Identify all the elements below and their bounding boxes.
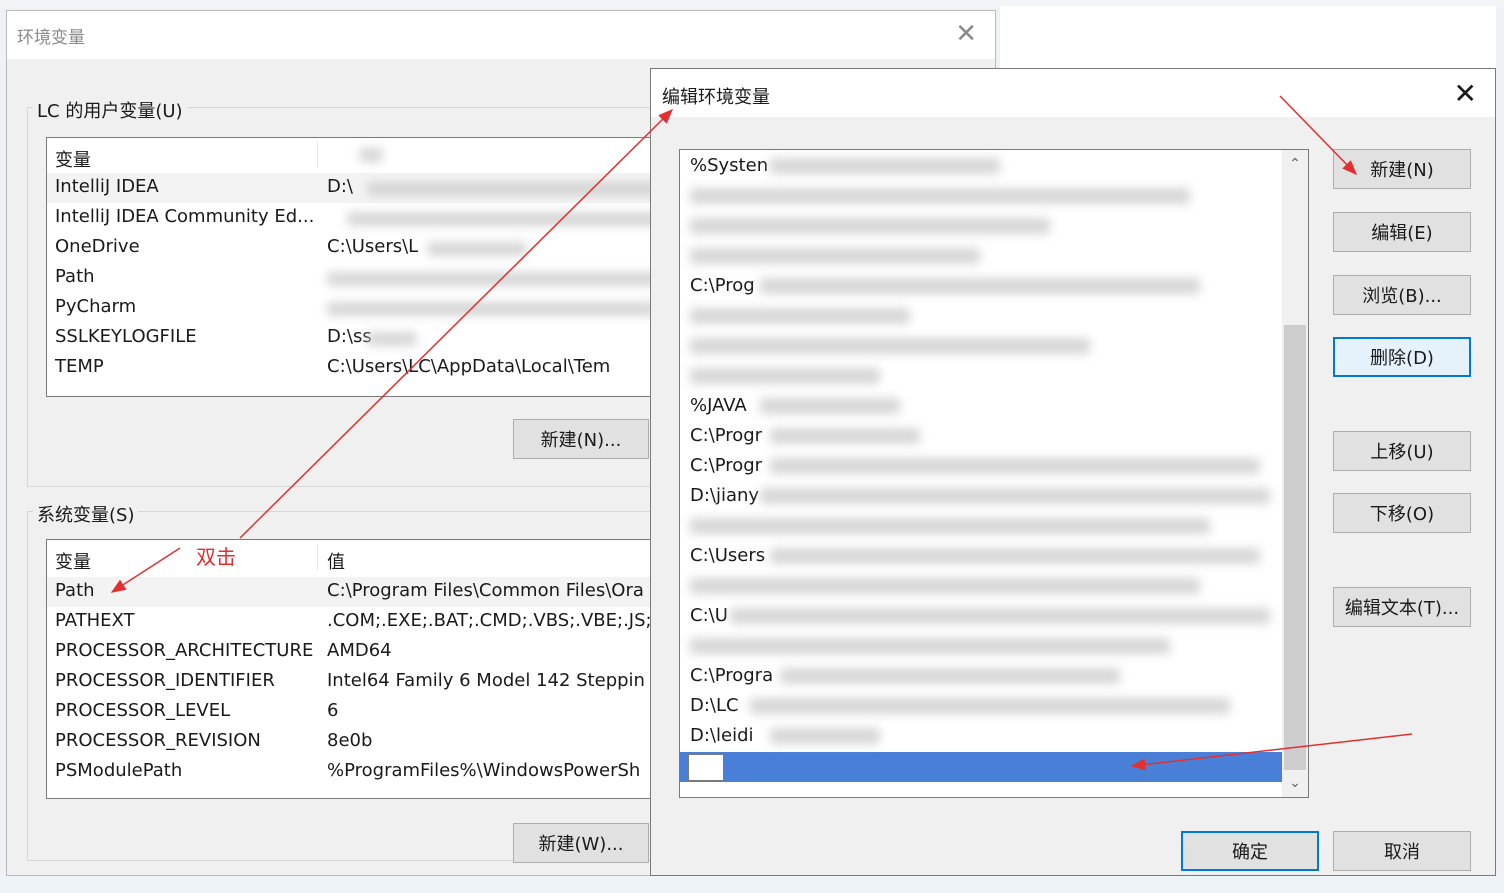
redacted-path [690, 368, 880, 384]
user-header-variable[interactable]: 变量 [55, 146, 91, 172]
redacted-path [770, 548, 1260, 564]
edit-dialog-title: 编辑环境变量 [662, 87, 770, 108]
redacted-value [367, 182, 665, 196]
redacted-value [347, 212, 665, 226]
edit-text-button[interactable]: 编辑文本(T)... [1333, 587, 1471, 627]
redacted-value [427, 242, 527, 256]
new-path-button[interactable]: 新建(N) [1333, 149, 1471, 189]
redacted-path [760, 488, 1270, 504]
system-list-header: 变量 值 [47, 540, 665, 574]
redacted-value [327, 302, 657, 316]
edit-titlebar: 编辑环境变量 ✕ [651, 69, 1495, 117]
user-new-button[interactable]: 新建(N)... [513, 419, 649, 459]
env-titlebar: 环境变量 ✕ [7, 11, 995, 59]
system-header-variable[interactable]: 变量 [55, 548, 91, 574]
system-row-processor-level[interactable]: PROCESSOR_LEVEL 6 [47, 697, 665, 727]
redacted-path [690, 248, 980, 264]
move-up-button[interactable]: 上移(U) [1333, 431, 1471, 471]
system-row-processor-revision[interactable]: PROCESSOR_REVISION 8e0b [47, 727, 665, 757]
move-down-button[interactable]: 下移(O) [1333, 493, 1471, 533]
redacted-path [690, 638, 1170, 654]
double-click-annotation: 双击 [196, 545, 236, 569]
new-path-input[interactable] [688, 754, 724, 781]
redacted-path [690, 578, 1200, 594]
user-list-header: 变量 [47, 138, 665, 172]
edit-close-icon[interactable]: ✕ [1454, 77, 1477, 110]
redacted-path [690, 338, 1090, 354]
bottom-band [0, 876, 1504, 893]
ok-button[interactable]: 确定 [1181, 831, 1319, 871]
browse-button[interactable]: 浏览(B)... [1333, 275, 1471, 315]
redacted-path [760, 278, 1200, 294]
system-row-psmodulepath[interactable]: PSModulePath %ProgramFiles%\WindowsPower… [47, 757, 665, 787]
system-row-processor-identifier[interactable]: PROCESSOR_IDENTIFIER Intel64 Family 6 Mo… [47, 667, 665, 697]
scroll-thumb[interactable] [1284, 325, 1306, 770]
redacted-path [690, 308, 910, 324]
system-variables-label: 系统变量(S) [33, 501, 139, 527]
env-window-title: 环境变量 [17, 28, 85, 48]
user-row-sslkeylogfile[interactable]: SSLKEYLOGFILE D:\ss [47, 323, 665, 353]
user-variables-list[interactable]: 变量 IntelliJ IDEA D:\ IntelliJ IDEA Commu… [46, 137, 666, 397]
redacted-value [327, 272, 665, 286]
system-row-pathext[interactable]: PATHEXT .COM;.EXE;.BAT;.CMD;.VBS;.VBE;.J… [47, 607, 665, 637]
user-variables-label: LC 的用户变量(U) [33, 97, 187, 123]
new-path-entry-row[interactable] [680, 752, 1282, 782]
redacted-path [730, 608, 1270, 624]
redacted-path [690, 218, 1050, 234]
scroll-down-icon[interactable]: ⌄ [1282, 771, 1308, 795]
env-close-icon[interactable]: ✕ [955, 19, 977, 49]
redacted-path [770, 728, 880, 744]
path-entries-list[interactable]: %Systen C:\Prog %JAVA C:\Progr C:\Progr … [679, 149, 1309, 798]
cancel-button[interactable]: 取消 [1333, 831, 1471, 871]
redacted-path [750, 698, 1230, 714]
path-list-scrollbar[interactable]: ⌃ ⌄ [1282, 150, 1308, 797]
system-row-processor-architecture[interactable]: PROCESSOR_ARCHITECTURE AMD64 [47, 637, 665, 667]
redacted-path [690, 188, 1190, 204]
redacted-path [690, 518, 1210, 534]
delete-button[interactable]: 删除(D) [1333, 337, 1471, 377]
system-variables-list[interactable]: 变量 值 Path C:\Program Files\Common Files\… [46, 539, 666, 799]
redacted-value [367, 332, 417, 346]
redacted-path [770, 458, 1260, 474]
redacted-path [770, 158, 1000, 174]
edit-path-button[interactable]: 编辑(E) [1333, 212, 1471, 252]
scroll-up-icon[interactable]: ⌃ [1282, 152, 1308, 176]
redacted-path [760, 398, 900, 414]
edit-environment-variable-dialog: 编辑环境变量 ✕ %Systen C:\Prog %JAVA C:\Progr … [650, 68, 1496, 876]
redacted-path [770, 428, 920, 444]
system-row-path[interactable]: Path C:\Program Files\Common Files\Ora [47, 577, 665, 607]
redacted-path [780, 668, 1120, 684]
user-row-temp[interactable]: TEMP C:\Users\LC\AppData\Local\Tem [47, 353, 665, 383]
system-header-value[interactable]: 值 [327, 548, 345, 574]
redacted-value [359, 148, 383, 162]
system-new-button[interactable]: 新建(W)... [513, 823, 649, 863]
user-row-onedrive[interactable]: OneDrive C:\Users\L [47, 233, 665, 263]
